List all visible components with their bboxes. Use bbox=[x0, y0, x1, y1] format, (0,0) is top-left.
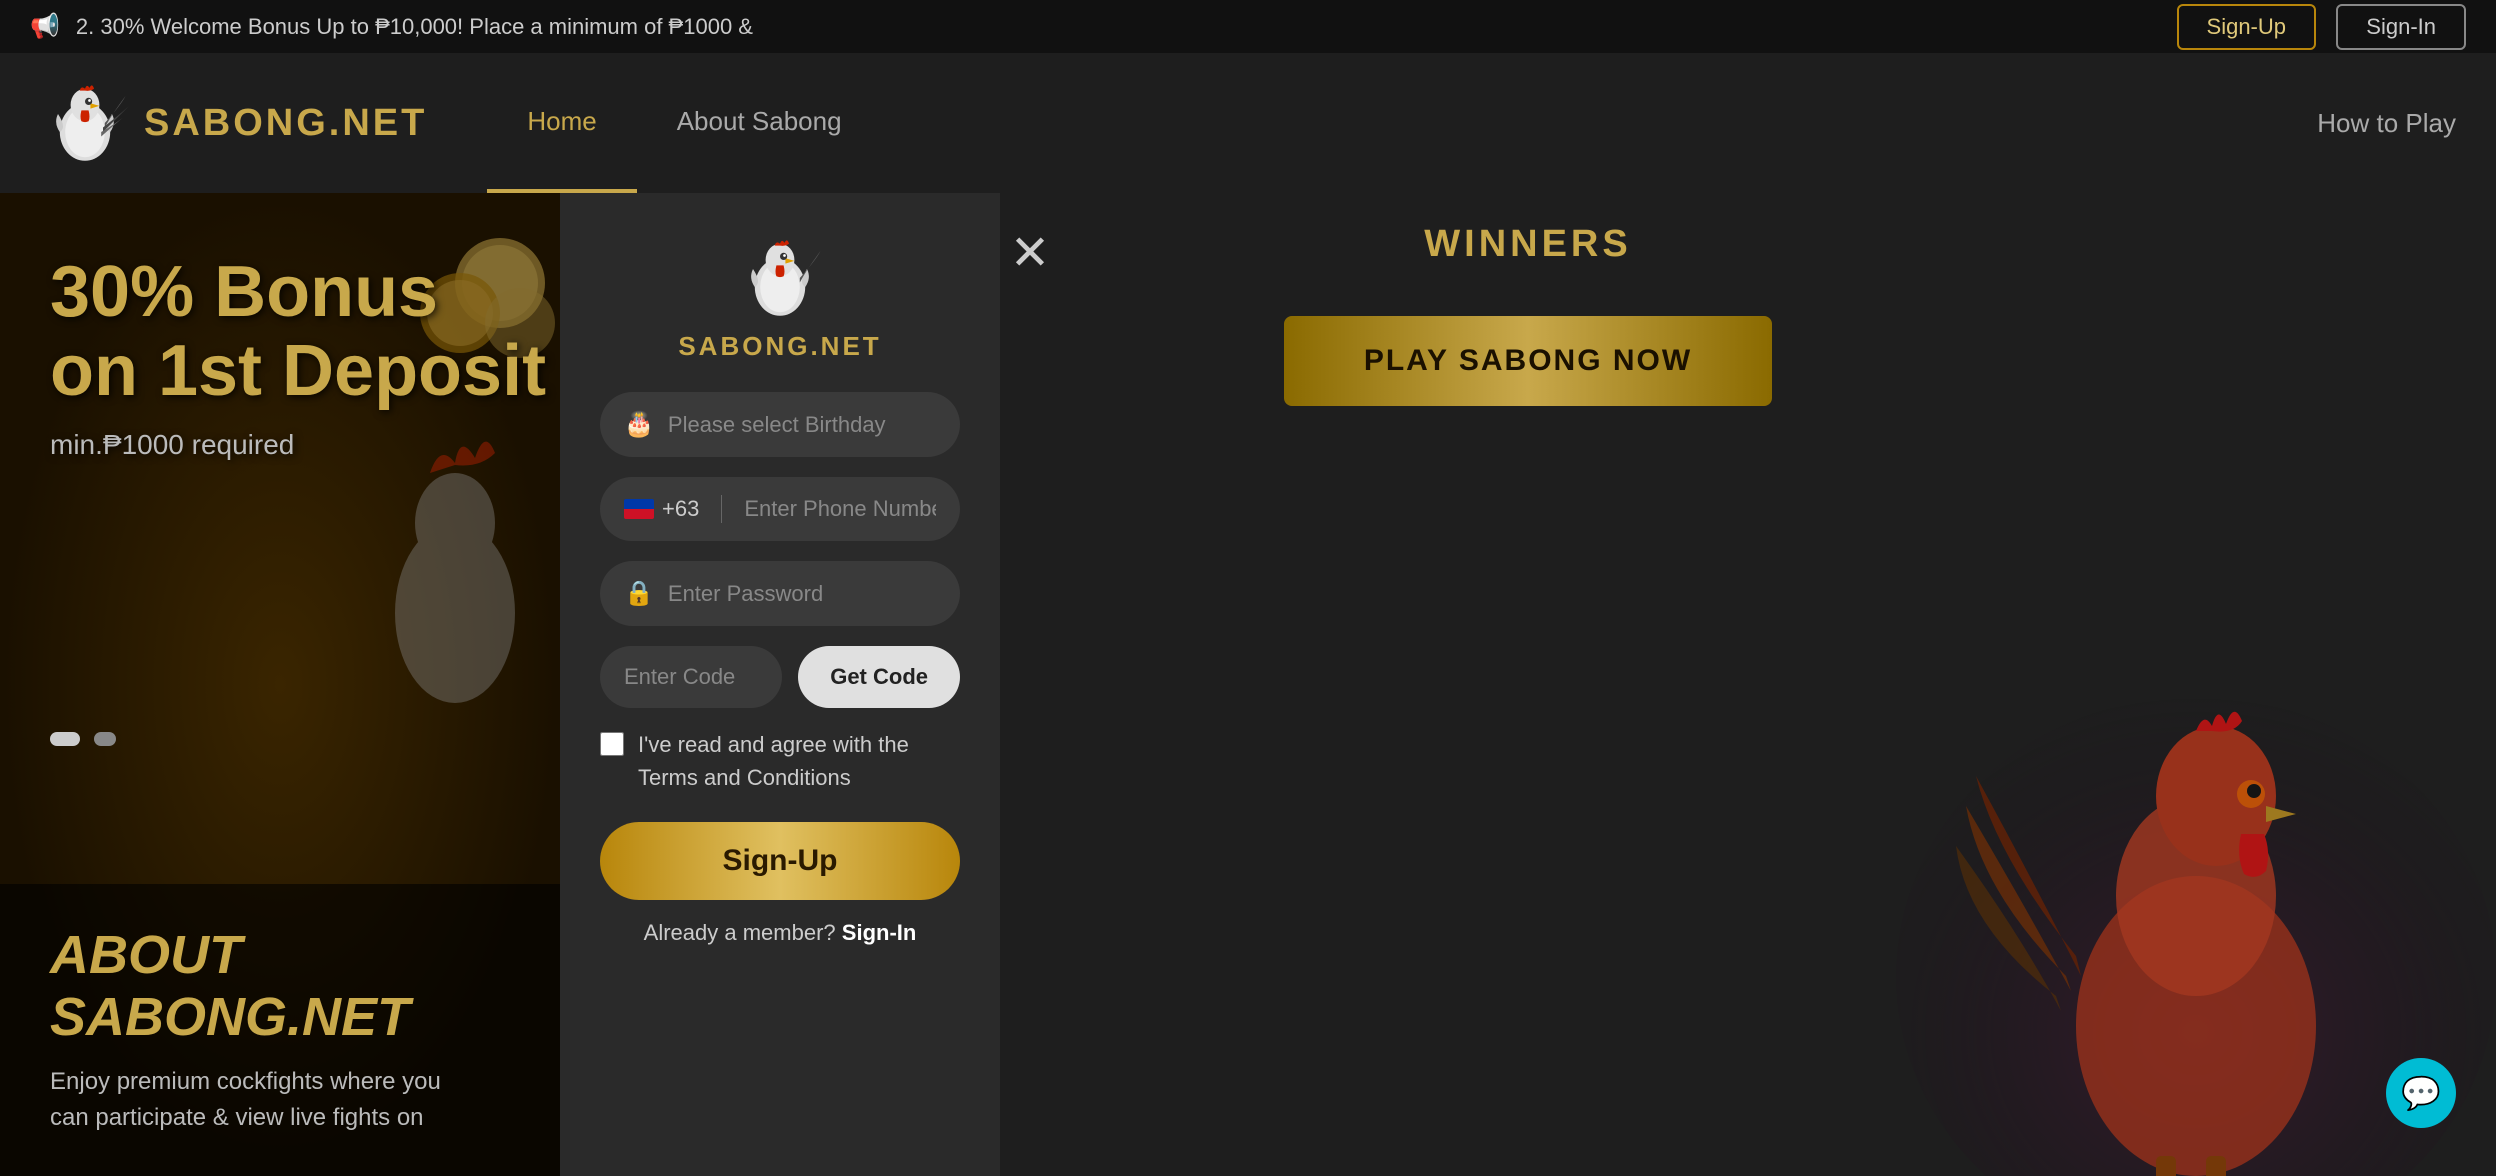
phone-prefix: +63 bbox=[624, 496, 699, 522]
phone-country-code: +63 bbox=[662, 496, 699, 522]
code-field[interactable] bbox=[600, 646, 782, 708]
winners-title: WINNERS bbox=[1424, 223, 1631, 266]
carousel-dots bbox=[50, 732, 116, 746]
code-row: Get Code bbox=[600, 646, 960, 708]
about-text: Enjoy premium cockfights where youcan pa… bbox=[50, 1064, 510, 1136]
birthday-field[interactable]: 🎂 bbox=[600, 392, 960, 457]
modal-logo-icon bbox=[735, 233, 825, 323]
password-field[interactable]: 🔒 bbox=[600, 561, 960, 626]
modal-brand: SABONG.NET bbox=[678, 331, 881, 362]
nav-links: Home About Sabong bbox=[487, 53, 881, 193]
about-section: ABOUTSABONG.NET Enjoy premium cockfights… bbox=[0, 884, 560, 1176]
already-member-text: Already a member? bbox=[644, 920, 836, 945]
hero-text: 30% Bonus on 1st Deposit min.₱1000 requi… bbox=[50, 253, 546, 461]
modal-dialog: ✕ SABONG.NET 🎂 bbox=[560, 193, 1000, 1176]
terms-text: I've read and agree with the Terms and C… bbox=[638, 728, 960, 794]
terms-row: I've read and agree with the Terms and C… bbox=[600, 728, 960, 794]
nav-right: How to Play bbox=[2317, 108, 2456, 139]
announcement-text: 2. 30% Welcome Bonus Up to ₱10,000! Plac… bbox=[76, 14, 753, 40]
birthday-input[interactable] bbox=[668, 412, 936, 438]
header-signup-button[interactable]: Sign-Up bbox=[2177, 4, 2316, 50]
chat-button[interactable]: 💬 bbox=[2386, 1058, 2456, 1128]
hero-title-line1: 30% Bonus bbox=[50, 253, 546, 332]
header: SABONG.NET Home About Sabong How to Play bbox=[0, 53, 2496, 193]
hero-section: 30% Bonus on 1st Deposit min.₱1000 requi… bbox=[0, 193, 560, 1176]
password-input[interactable] bbox=[668, 581, 936, 607]
nav-how-to-play[interactable]: How to Play bbox=[2317, 108, 2456, 139]
speaker-icon: 📢 bbox=[30, 12, 60, 41]
password-icon: 🔒 bbox=[624, 579, 654, 608]
hero-subtitle: min.₱1000 required bbox=[50, 429, 546, 461]
ph-flag bbox=[624, 499, 654, 519]
phone-input[interactable] bbox=[744, 496, 936, 522]
already-member: Already a member? Sign-In bbox=[644, 920, 917, 946]
code-input[interactable] bbox=[624, 664, 758, 690]
logo-text: SABONG.NET bbox=[144, 102, 427, 145]
main-content: 30% Bonus on 1st Deposit min.₱1000 requi… bbox=[0, 193, 2496, 1176]
signin-link[interactable]: Sign-In bbox=[842, 920, 917, 945]
signup-main-button[interactable]: Sign-Up bbox=[600, 822, 960, 900]
nav-about[interactable]: About Sabong bbox=[637, 53, 882, 193]
about-title: ABOUTSABONG.NET bbox=[50, 924, 510, 1048]
phone-divider bbox=[721, 495, 722, 523]
terms-checkbox[interactable] bbox=[600, 732, 624, 756]
header-signin-button[interactable]: Sign-In bbox=[2336, 4, 2466, 50]
carousel-dot-2[interactable] bbox=[94, 732, 116, 746]
birthday-icon: 🎂 bbox=[624, 410, 654, 439]
nav-home[interactable]: Home bbox=[487, 53, 636, 193]
logo-area: SABONG.NET bbox=[40, 78, 427, 168]
carousel-dot-1[interactable] bbox=[50, 732, 80, 746]
hero-title-line2: on 1st Deposit bbox=[50, 332, 546, 411]
chat-icon: 💬 bbox=[2401, 1074, 2441, 1112]
phone-field[interactable]: +63 bbox=[600, 477, 960, 541]
get-code-button[interactable]: Get Code bbox=[798, 646, 960, 708]
announcement-bar: 📢 2. 30% Welcome Bonus Up to ₱10,000! Pl… bbox=[0, 0, 2496, 53]
play-sabong-button[interactable]: PLAY SABONG NOW bbox=[1284, 316, 1772, 406]
logo-icon bbox=[40, 78, 130, 168]
close-button[interactable]: ✕ bbox=[1000, 223, 1060, 283]
